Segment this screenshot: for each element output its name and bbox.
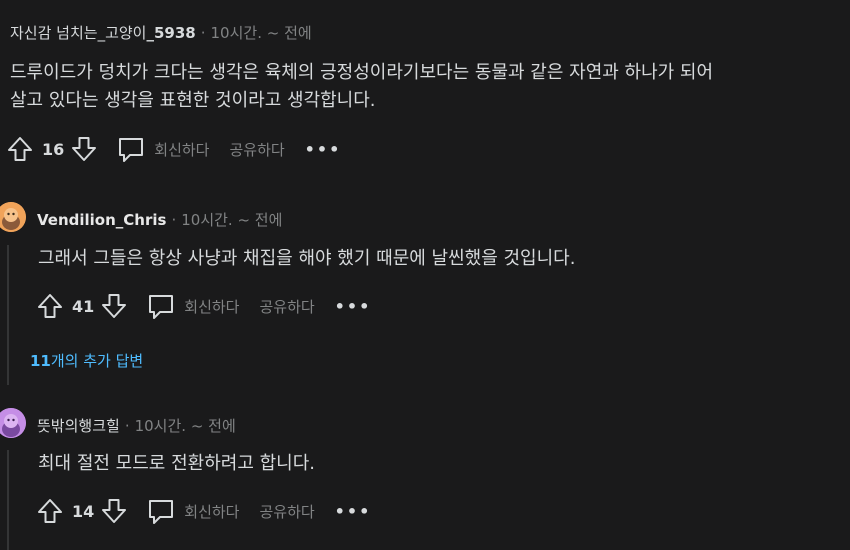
avatar[interactable] [0, 408, 26, 438]
comment-body-line: 살고 있다는 생각을 표현한 것이라고 생각합니다. [10, 90, 376, 111]
comment-meta: Vendilion_Chris · 10시간. ~ 전에 [37, 211, 283, 229]
comment-actions: 14 회신하다 공유하다 ••• [36, 495, 371, 527]
more-replies-label: 개의 추가 답변 [50, 352, 144, 370]
vote-score: 16 [42, 139, 65, 159]
more-options-button[interactable]: ••• [305, 140, 342, 159]
upvote-icon[interactable] [6, 135, 34, 163]
comment-body-line: 그래서 그들은 항상 사냥과 채집을 해야 했기 때문에 날씬했을 것입니다. [38, 248, 576, 269]
comment-author[interactable]: Vendilion_Chris [37, 211, 166, 229]
share-button[interactable]: 공유하다 [259, 501, 314, 522]
vote-score: 14 [72, 501, 95, 521]
downvote-icon[interactable] [100, 292, 128, 320]
upvote-icon[interactable] [36, 292, 64, 320]
share-button[interactable]: 공유하다 [259, 296, 314, 317]
more-options-button[interactable]: ••• [335, 297, 372, 316]
reply-button[interactable]: 회신하다 [154, 139, 209, 160]
comment-time: 10시간. ~ 전에 [210, 24, 312, 42]
avatar-icon [0, 202, 26, 232]
more-replies-link[interactable]: 11개의 추가 답변 [30, 350, 143, 371]
share-button[interactable]: 공유하다 [229, 139, 284, 160]
comment-author[interactable]: 자신감 넘치는_고양이_5938 [10, 24, 196, 42]
comment-body: 최대 절전 모드로 전환하려고 합니다. [38, 450, 315, 478]
downvote-icon[interactable] [70, 135, 98, 163]
comment-meta: 뜻밖의행크힐 · 10시간. ~ 전에 [37, 417, 236, 435]
avatar[interactable] [0, 202, 26, 232]
comment-body-line: 드루이드가 덩치가 크다는 생각은 육체의 긍정성이라기보다는 동물과 같은 자… [10, 62, 714, 83]
comment-icon[interactable] [146, 291, 176, 321]
comment-body: 그래서 그들은 항상 사냥과 채집을 해야 했기 때문에 날씬했을 것입니다. [38, 245, 575, 273]
more-replies-count: 11 [30, 352, 51, 370]
vote-score: 41 [72, 296, 95, 316]
more-options-button[interactable]: ••• [335, 502, 372, 521]
comment-actions: 41 회신하다 공유하다 ••• [36, 290, 371, 322]
avatar-icon [0, 408, 26, 438]
comment-body: 드루이드가 덩치가 크다는 생각은 육체의 긍정성이라기보다는 동물과 같은 자… [10, 59, 713, 115]
comment-author[interactable]: 뜻밖의행크힐 [37, 417, 120, 435]
comment-actions: 16 회신하다 공유하다 ••• [6, 133, 341, 165]
downvote-icon[interactable] [100, 497, 128, 525]
thread-line[interactable] [7, 450, 9, 550]
comment-icon[interactable] [116, 134, 146, 164]
comment-body-line: 최대 절전 모드로 전환하려고 합니다. [38, 453, 316, 474]
reply-button[interactable]: 회신하다 [184, 296, 239, 317]
reply-button[interactable]: 회신하다 [184, 501, 239, 522]
comment-icon[interactable] [146, 496, 176, 526]
thread-line[interactable] [7, 245, 9, 385]
comment-meta: 자신감 넘치는_고양이_5938 · 10시간. ~ 전에 [10, 24, 312, 42]
comment-time: 10시간. ~ 전에 [181, 211, 283, 229]
upvote-icon[interactable] [36, 497, 64, 525]
comment-time: 10시간. ~ 전에 [134, 417, 236, 435]
